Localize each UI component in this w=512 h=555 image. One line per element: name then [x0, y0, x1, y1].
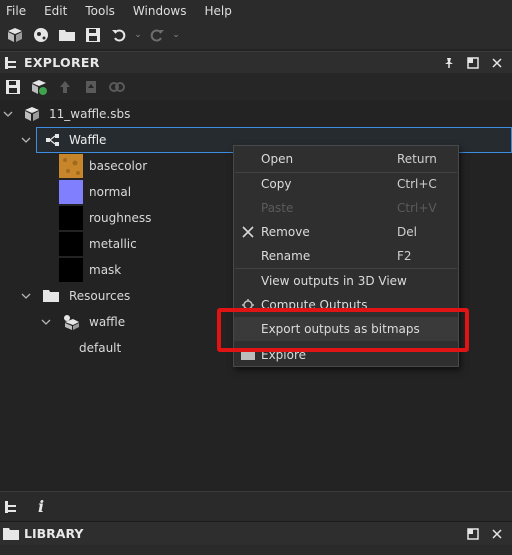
- menu-bar: File Edit Tools Windows Help: [0, 0, 512, 21]
- menu-item-paste[interactable]: Paste Ctrl+V: [234, 196, 458, 220]
- graph-icon: [45, 133, 61, 150]
- pin-icon[interactable]: [440, 54, 458, 72]
- open-folder-icon[interactable]: [54, 23, 80, 47]
- menu-item-open[interactable]: Open Return: [234, 147, 458, 171]
- info-icon[interactable]: i: [38, 497, 44, 516]
- menu-help[interactable]: Help: [198, 4, 243, 18]
- chevron-down-icon[interactable]: [2, 108, 14, 120]
- chevron-down-icon[interactable]: [20, 290, 32, 302]
- library-title: LIBRARY: [24, 526, 84, 541]
- basecolor-thumbnail: [59, 154, 83, 178]
- copy-label: Copy: [261, 177, 292, 191]
- remove-shortcut: Del: [397, 225, 417, 239]
- view3d-label: View outputs in 3D View: [261, 274, 407, 288]
- redo-dropdown-icon[interactable]: ⌄: [170, 23, 182, 47]
- redo-icon[interactable]: [144, 23, 170, 47]
- close-icon[interactable]: [488, 525, 506, 543]
- explorer-tree-icon: [4, 56, 18, 73]
- package-label: 11_waffle.sbs: [49, 107, 131, 121]
- rename-shortcut: F2: [397, 249, 412, 263]
- copy-shortcut: Ctrl+C: [397, 177, 437, 191]
- output-label: roughness: [89, 211, 152, 225]
- resources-label: Resources: [69, 289, 131, 303]
- open-shortcut: Return: [397, 152, 437, 166]
- graph-label: Waffle: [69, 133, 107, 147]
- library-toolbar: [0, 545, 512, 555]
- tree-row-package[interactable]: 11_waffle.sbs: [0, 101, 512, 127]
- menu-file[interactable]: File: [0, 4, 38, 18]
- explorer-header: EXPLORER: [0, 51, 512, 73]
- tree-view-icon[interactable]: [4, 500, 18, 517]
- remove-label: Remove: [261, 225, 310, 239]
- paste-label: Paste: [261, 201, 294, 215]
- folder-icon: [42, 289, 60, 306]
- menu-edit[interactable]: Edit: [38, 4, 79, 18]
- menu-windows[interactable]: Windows: [127, 4, 199, 18]
- save-icon[interactable]: [80, 23, 106, 47]
- output-label: normal: [89, 185, 132, 199]
- undo-icon[interactable]: [106, 23, 132, 47]
- maximize-icon[interactable]: [464, 54, 482, 72]
- compute-package-icon[interactable]: [26, 75, 52, 99]
- rename-label: Rename: [261, 249, 311, 263]
- close-icon[interactable]: [488, 54, 506, 72]
- mask-thumbnail: [59, 258, 83, 282]
- chevron-down-icon[interactable]: [20, 134, 32, 146]
- resource-label: waffle: [89, 315, 126, 329]
- roughness-thumbnail: [59, 206, 83, 230]
- open-label: Open: [261, 152, 294, 166]
- new-package-icon[interactable]: [2, 23, 28, 47]
- publish-icon[interactable]: [78, 75, 104, 99]
- output-label: mask: [89, 263, 122, 277]
- explorer-title: EXPLORER: [24, 55, 100, 70]
- paste-shortcut: Ctrl+V: [397, 201, 437, 215]
- metallic-thumbnail: [59, 232, 83, 256]
- library-folder-icon: [2, 527, 20, 544]
- menu-item-rename[interactable]: Rename F2: [234, 244, 458, 268]
- undo-dropdown-icon[interactable]: ⌄: [132, 23, 144, 47]
- link-icon[interactable]: [104, 75, 130, 99]
- output-label: basecolor: [89, 159, 148, 173]
- library-header: LIBRARY: [0, 521, 512, 545]
- menu-tools[interactable]: Tools: [79, 4, 127, 18]
- normal-thumbnail: [59, 180, 83, 204]
- maximize-icon[interactable]: [464, 525, 482, 543]
- chevron-down-icon[interactable]: [40, 316, 52, 328]
- menu-item-view-3d[interactable]: View outputs in 3D View: [234, 269, 458, 293]
- explorer-toolbar: [0, 73, 512, 100]
- upload-icon[interactable]: [52, 75, 78, 99]
- remove-icon: [240, 224, 256, 240]
- menu-item-remove[interactable]: Remove Del: [234, 220, 458, 244]
- menu-item-copy[interactable]: Copy Ctrl+C: [234, 172, 458, 196]
- resource-icon: [61, 313, 81, 334]
- output-label: metallic: [89, 237, 137, 251]
- explorer-bottom-bar: i: [0, 491, 512, 521]
- save-package-icon[interactable]: [0, 75, 26, 99]
- main-toolbar: ⌄ ⌄: [0, 21, 512, 49]
- resource-default-label: default: [79, 341, 122, 355]
- highlight-annotation: [217, 308, 469, 352]
- package-icon: [24, 106, 40, 125]
- new-graph-icon[interactable]: [28, 23, 54, 47]
